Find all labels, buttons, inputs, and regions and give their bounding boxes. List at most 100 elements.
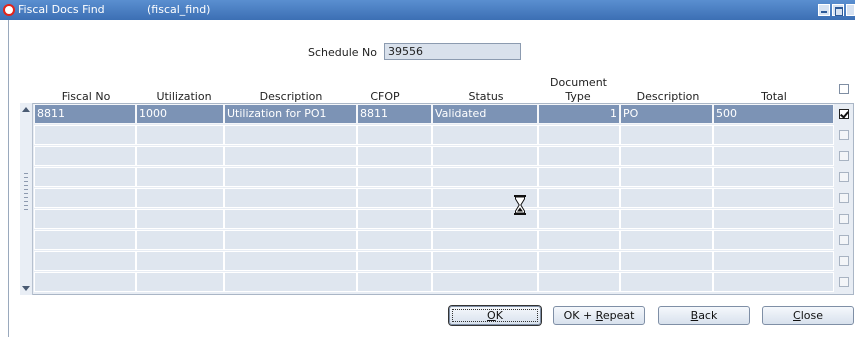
cell-cfop[interactable] — [357, 272, 432, 292]
cell-total[interactable]: 500 — [713, 104, 834, 124]
cell-description[interactable]: Utilization for PO1 — [224, 104, 357, 124]
close-window-icon[interactable] — [846, 4, 855, 16]
scroll-grip-icon[interactable] — [24, 173, 28, 213]
vertical-scrollbar[interactable] — [20, 103, 33, 295]
cell-utilization[interactable] — [136, 125, 224, 145]
schedule-no-field[interactable]: 39556 — [384, 43, 521, 60]
cell-cfop[interactable] — [357, 230, 432, 250]
back-button[interactable]: Back — [658, 306, 750, 325]
cell-total[interactable] — [713, 146, 834, 166]
cell-document-type[interactable] — [538, 272, 620, 292]
cell-total[interactable] — [713, 251, 834, 271]
cell-document-type[interactable] — [538, 209, 620, 229]
row-checkbox[interactable] — [839, 277, 849, 287]
cell-description-2[interactable] — [620, 146, 713, 166]
cell-total[interactable] — [713, 125, 834, 145]
row-checkbox[interactable] — [839, 151, 849, 161]
cell-description[interactable] — [224, 230, 357, 250]
cell-description[interactable] — [224, 167, 357, 187]
cell-status[interactable] — [432, 167, 538, 187]
scroll-down-icon[interactable] — [22, 286, 30, 291]
cell-document-type[interactable] — [538, 230, 620, 250]
row-checkbox[interactable] — [839, 130, 849, 140]
cell-description[interactable] — [224, 146, 357, 166]
cell-fiscal-no[interactable] — [34, 188, 136, 208]
cell-fiscal-no[interactable] — [34, 230, 136, 250]
minimize-icon[interactable] — [818, 4, 830, 16]
cell-utilization[interactable] — [136, 230, 224, 250]
cell-description-2[interactable] — [620, 272, 713, 292]
cell-description-2[interactable]: PO — [620, 104, 713, 124]
cell-total[interactable] — [713, 272, 834, 292]
cell-cfop[interactable] — [357, 251, 432, 271]
cell-utilization[interactable] — [136, 188, 224, 208]
cell-description[interactable] — [224, 188, 357, 208]
cell-status[interactable] — [432, 251, 538, 271]
cell-description-2[interactable] — [620, 251, 713, 271]
row-checkbox[interactable] — [839, 214, 849, 224]
cell-fiscal-no[interactable] — [34, 146, 136, 166]
row-checkbox[interactable] — [839, 193, 849, 203]
cell-description-2[interactable] — [620, 230, 713, 250]
cell-document-type[interactable] — [538, 188, 620, 208]
cell-status[interactable] — [432, 125, 538, 145]
ok-button[interactable]: OK — [449, 306, 541, 325]
cell-total[interactable] — [713, 230, 834, 250]
cell-utilization[interactable] — [136, 146, 224, 166]
table-row[interactable] — [34, 230, 834, 250]
cell-fiscal-no[interactable] — [34, 272, 136, 292]
table-row[interactable] — [34, 251, 834, 271]
table-row[interactable] — [34, 209, 834, 229]
cell-cfop[interactable] — [357, 167, 432, 187]
cell-description-2[interactable] — [620, 209, 713, 229]
scroll-up-icon[interactable] — [22, 107, 30, 112]
cell-document-type[interactable] — [538, 167, 620, 187]
cell-fiscal-no[interactable]: 8811 — [34, 104, 136, 124]
cell-total[interactable] — [713, 209, 834, 229]
ok-repeat-button[interactable]: OK + Repeat — [553, 306, 645, 325]
cell-cfop[interactable] — [357, 146, 432, 166]
table-row[interactable] — [34, 125, 834, 145]
cell-fiscal-no[interactable] — [34, 167, 136, 187]
title-bar[interactable]: Fiscal Docs Find (fiscal_find) — [0, 0, 855, 20]
table-row[interactable] — [34, 188, 834, 208]
close-button[interactable]: Close — [762, 306, 854, 325]
cell-cfop[interactable] — [357, 209, 432, 229]
maximize-icon[interactable] — [832, 4, 844, 16]
cell-total[interactable] — [713, 167, 834, 187]
cell-utilization[interactable] — [136, 272, 224, 292]
table-row[interactable]: 8811 1000 Utilization for PO1 8811 Valid… — [34, 104, 834, 124]
row-checkbox[interactable] — [839, 109, 849, 119]
cell-fiscal-no[interactable] — [34, 125, 136, 145]
cell-cfop[interactable]: 8811 — [357, 104, 432, 124]
cell-utilization[interactable]: 1000 — [136, 104, 224, 124]
cell-utilization[interactable] — [136, 251, 224, 271]
cell-document-type[interactable] — [538, 125, 620, 145]
cell-fiscal-no[interactable] — [34, 209, 136, 229]
row-checkbox[interactable] — [839, 235, 849, 245]
select-all-checkbox[interactable] — [839, 84, 849, 94]
row-checkbox[interactable] — [839, 256, 849, 266]
cell-description-2[interactable] — [620, 188, 713, 208]
cell-description-2[interactable] — [620, 167, 713, 187]
cell-cfop[interactable] — [357, 125, 432, 145]
cell-cfop[interactable] — [357, 188, 432, 208]
table-row[interactable] — [34, 272, 834, 292]
cell-description[interactable] — [224, 209, 357, 229]
cell-document-type[interactable] — [538, 146, 620, 166]
cell-description[interactable] — [224, 125, 357, 145]
cell-status[interactable] — [432, 230, 538, 250]
cell-description-2[interactable] — [620, 125, 713, 145]
table-row[interactable] — [34, 167, 834, 187]
cell-utilization[interactable] — [136, 167, 224, 187]
cell-utilization[interactable] — [136, 209, 224, 229]
cell-fiscal-no[interactable] — [34, 251, 136, 271]
cell-total[interactable] — [713, 188, 834, 208]
cell-status[interactable] — [432, 272, 538, 292]
cell-status[interactable]: Validated — [432, 104, 538, 124]
cell-status[interactable] — [432, 146, 538, 166]
cell-document-type[interactable]: 1 — [538, 104, 620, 124]
row-checkbox[interactable] — [839, 172, 849, 182]
cell-document-type[interactable] — [538, 251, 620, 271]
cell-description[interactable] — [224, 251, 357, 271]
